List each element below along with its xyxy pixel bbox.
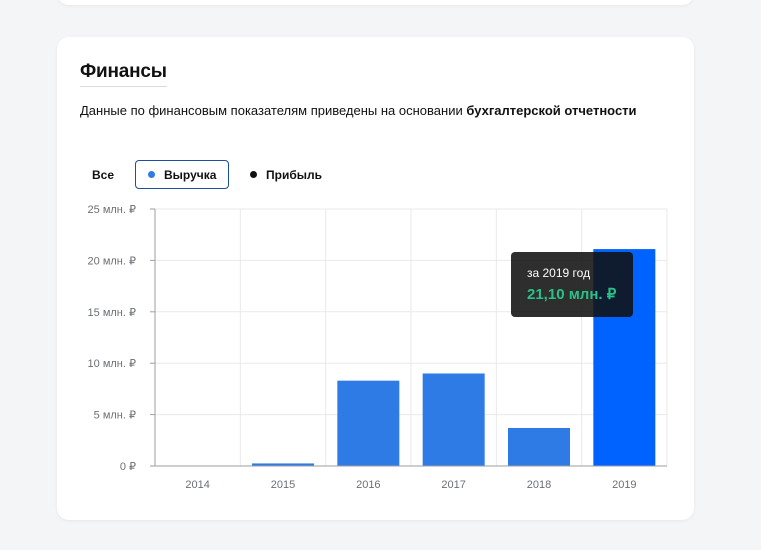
x-tick-label: 2018 [527,479,551,491]
bar-2018[interactable] [508,427,570,466]
y-tick-label: 10 млн. ₽ [88,358,136,370]
x-tick-label: 2014 [185,479,209,491]
chart-tooltip: за 2019 год 21,10 млн. ₽ [511,252,633,317]
x-tick-label: 2015 [271,479,295,491]
y-tick-label: 5 млн. ₽ [94,410,136,422]
y-tick-label: 20 млн. ₽ [88,255,136,267]
tooltip-period: за 2019 год [527,266,591,280]
y-tick-label: 15 млн. ₽ [88,307,136,319]
bar-2017[interactable] [422,373,485,466]
y-tick-label: 25 млн. ₽ [88,204,136,216]
x-tick-label: 2019 [612,479,636,491]
tooltip-value: 21,10 млн. ₽ [527,286,617,303]
y-tick-label: 0 ₽ [120,461,136,473]
x-tick-label: 2016 [356,479,380,491]
x-tick-label: 2017 [441,479,465,491]
bar-2016[interactable] [337,380,400,466]
revenue-bar-chart: 0 ₽ 5 млн. ₽ 10 млн. ₽ 15 млн. ₽ 20 млн. ₽ 25… [88,204,668,491]
